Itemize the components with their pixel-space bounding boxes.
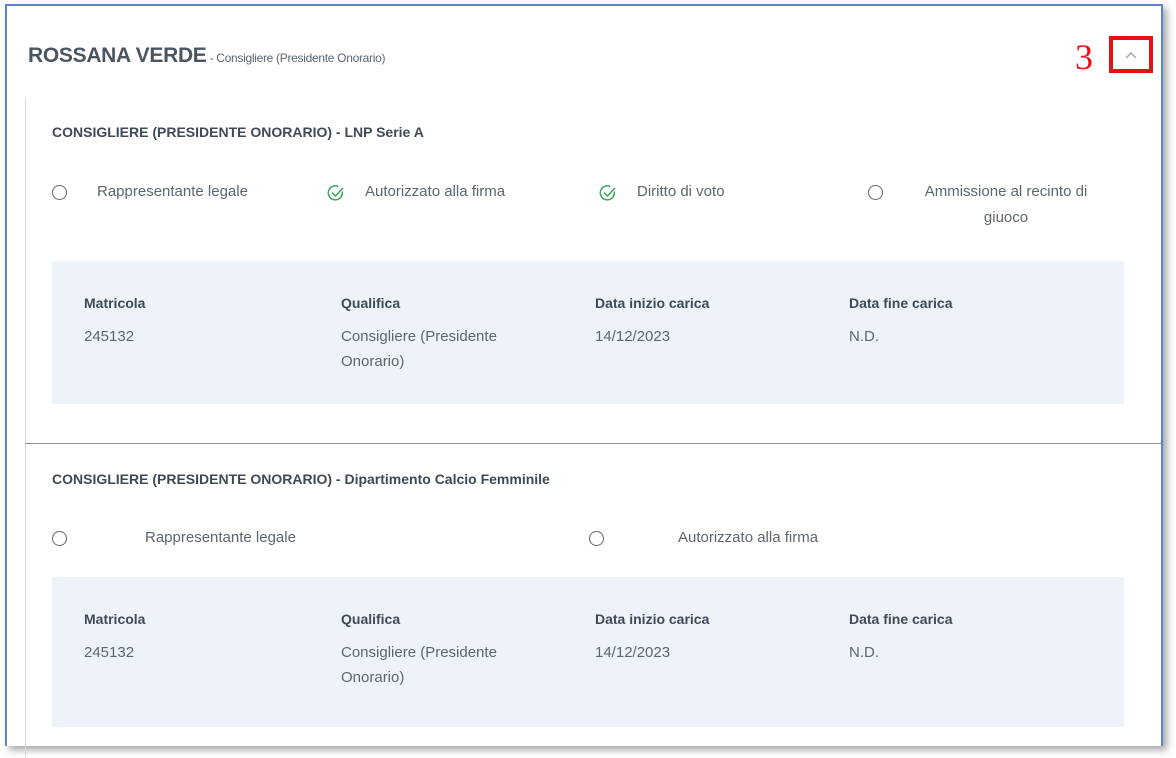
data-fine-column: Data fine carica N.D.: [849, 295, 953, 349]
option-diritto-di-voto: Diritto di voto: [599, 183, 725, 205]
data-inizio-label: Data inizio carica: [595, 295, 710, 311]
option-autorizzato-alla-firma: Autorizzato alla firma: [327, 183, 505, 205]
option-label: Ammissione al recinto di giuoco: [924, 183, 1088, 226]
card-header[interactable]: ROSSANA VERDE - Consigliere (Presidente …: [7, 6, 1161, 98]
matricola-column: Matricola 245132: [84, 611, 145, 665]
radio-unchecked-icon: [52, 531, 67, 546]
data-inizio-value: 14/12/2023: [595, 644, 671, 661]
carica-info-panel: Matricola 245132 Qualifica Consigliere (…: [52, 577, 1124, 727]
matricola-column: Matricola 245132: [84, 295, 145, 349]
radio-unchecked-icon: [868, 185, 883, 200]
chevron-up-icon: [1125, 51, 1137, 58]
qualifica-value: Consigliere (Presidente Onorario): [341, 644, 497, 686]
collapse-button[interactable]: [1109, 36, 1153, 73]
data-fine-label: Data fine carica: [849, 295, 953, 311]
matricola-label: Matricola: [84, 295, 146, 311]
radio-unchecked-icon: [589, 531, 604, 546]
person-name: ROSSANA VERDE: [28, 44, 207, 67]
option-ammissione-recinto: Ammissione al recinto di giuoco: [868, 183, 1101, 231]
qualifica-label: Qualifica: [341, 611, 401, 627]
option-label: Rappresentante legale: [97, 183, 248, 200]
matricola-value: 245132: [84, 328, 135, 345]
option-label: Autorizzato alla firma: [365, 183, 506, 200]
radio-unchecked-icon: [52, 185, 67, 200]
data-inizio-value: 14/12/2023: [595, 328, 671, 345]
option-label: Diritto di voto: [637, 183, 725, 200]
option-label: Autorizzato alla firma: [678, 529, 819, 546]
check-circle-icon: [599, 185, 616, 201]
data-fine-label: Data fine carica: [849, 611, 953, 627]
data-inizio-label: Data inizio carica: [595, 611, 710, 627]
data-inizio-column: Data inizio carica 14/12/2023: [595, 611, 709, 665]
matricola-label: Matricola: [84, 611, 146, 627]
section-title: CONSIGLIERE (PRESIDENTE ONORARIO) - Dipa…: [52, 471, 550, 487]
qualifica-label: Qualifica: [341, 295, 401, 311]
option-rappresentante-legale: Rappresentante legale: [52, 529, 296, 551]
person-heading: ROSSANA VERDE - Consigliere (Presidente …: [28, 44, 385, 68]
data-fine-value: N.D.: [849, 328, 879, 345]
check-circle-icon: [327, 185, 344, 201]
section-title: CONSIGLIERE (PRESIDENTE ONORARIO) - LNP …: [52, 124, 424, 140]
officer-card: ROSSANA VERDE - Consigliere (Presidente …: [5, 4, 1163, 758]
option-rappresentante-legale: Rappresentante legale: [52, 183, 248, 205]
qualifica-column: Qualifica Consigliere (Presidente Onorar…: [341, 611, 551, 690]
annotation-number: 3: [1075, 37, 1093, 77]
data-fine-value: N.D.: [849, 644, 879, 661]
data-fine-column: Data fine carica N.D.: [849, 611, 953, 665]
role-section-lnp-serie-a: CONSIGLIERE (PRESIDENTE ONORARIO) - LNP …: [25, 98, 1161, 443]
option-label: Rappresentante legale: [145, 529, 296, 546]
qualifica-value: Consigliere (Presidente Onorario): [341, 328, 497, 370]
qualifica-column: Qualifica Consigliere (Presidente Onorar…: [341, 295, 551, 374]
carica-info-panel: Matricola 245132 Qualifica Consigliere (…: [52, 261, 1124, 404]
data-inizio-column: Data inizio carica 14/12/2023: [595, 295, 709, 349]
option-autorizzato-alla-firma: Autorizzato alla firma: [589, 529, 818, 551]
role-section-calcio-femminile: CONSIGLIERE (PRESIDENTE ONORARIO) - Dipa…: [25, 444, 1161, 754]
person-role: - Consigliere (Presidente Onorario): [206, 51, 386, 65]
matricola-value: 245132: [84, 644, 135, 661]
